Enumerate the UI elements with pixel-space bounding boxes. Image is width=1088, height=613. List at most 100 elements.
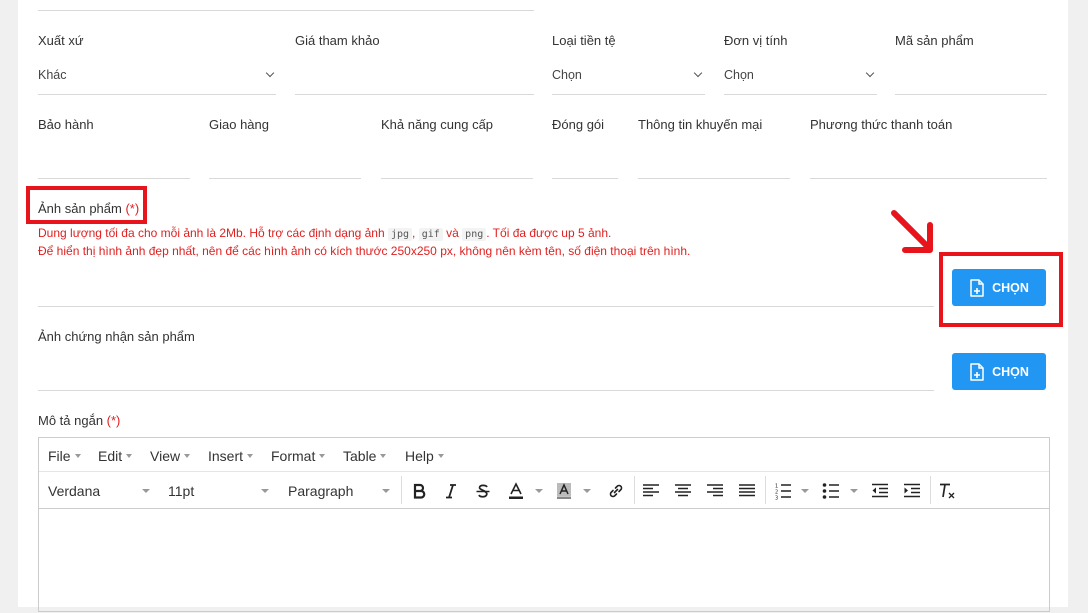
file-add-icon [970, 362, 984, 381]
caret-down-icon[interactable] [535, 489, 543, 493]
field-underline [895, 94, 1047, 95]
menu-format[interactable]: Format [271, 448, 326, 464]
menu-label: File [48, 448, 71, 464]
field-underline [295, 94, 534, 95]
field-underline [38, 390, 934, 391]
caret-down-icon [126, 454, 133, 459]
product-form: Xuất xứ Khác Giá tham khảo Loại tiền tệ … [18, 0, 1068, 612]
align-justify-button[interactable] [736, 480, 758, 502]
clear-formatting-icon [940, 483, 955, 499]
toolbar-separator [765, 476, 766, 504]
button-label: CHỌN [992, 364, 1029, 379]
rich-text-editor: File Edit View Insert Format Table Help … [38, 437, 1050, 612]
align-right-button[interactable] [704, 480, 726, 502]
menu-help[interactable]: Help [405, 448, 444, 464]
label-unit: Đơn vị tính [724, 33, 788, 48]
format-png: png [462, 228, 487, 241]
choose-certificate-image-button[interactable]: CHỌN [952, 353, 1046, 390]
required-mark: (*) [106, 413, 121, 428]
outdent-button[interactable] [869, 480, 891, 502]
strikethrough-icon [476, 484, 490, 498]
toolbar-separator [930, 476, 931, 504]
menu-label: Edit [98, 448, 123, 464]
clear-formatting-button[interactable] [936, 480, 958, 502]
block-format-select[interactable]: Paragraph [279, 472, 397, 509]
chevron-down-icon [265, 68, 275, 78]
numbered-list-button[interactable]: 123 [772, 480, 794, 502]
svg-text:3: 3 [775, 496, 778, 501]
payment-method-input[interactable] [810, 144, 1047, 178]
red-arrow-icon [891, 210, 933, 253]
unit-select[interactable]: Chọn [724, 60, 877, 94]
hint-text: và [446, 226, 459, 240]
font-size-select[interactable]: 11pt [159, 472, 273, 509]
bold-button[interactable] [408, 480, 430, 502]
delivery-input[interactable] [209, 144, 361, 178]
product-image-hint-1: Dung lượng tối đa cho mỗi ảnh là 2Mb. Hỗ… [38, 224, 611, 244]
label-reference-price: Giá tham khảo [295, 33, 380, 48]
block-format-value: Paragraph [288, 483, 354, 499]
hint-text: , [412, 226, 416, 240]
warranty-input[interactable] [38, 144, 190, 178]
menu-table[interactable]: Table [343, 448, 387, 464]
menu-label: View [150, 448, 181, 464]
origin-select[interactable]: Khác [38, 60, 276, 94]
caret-down-icon [261, 489, 269, 493]
bullet-list-icon [822, 483, 839, 499]
currency-select-value: Chọn [552, 68, 582, 82]
supply-capacity-input[interactable] [381, 144, 533, 178]
caret-down-icon[interactable] [850, 489, 858, 493]
caret-down-icon [319, 454, 326, 459]
menu-file[interactable]: File [48, 448, 81, 464]
align-justify-icon [739, 484, 755, 497]
highlight-box [26, 186, 147, 224]
caret-down-icon[interactable] [801, 489, 809, 493]
hint-text: . Tối đa được up 5 ảnh. [486, 226, 612, 240]
label-promotion: Thông tin khuyến mại [638, 117, 763, 132]
outdent-icon [872, 483, 888, 498]
currency-select[interactable]: Chọn [552, 60, 705, 94]
align-left-button[interactable] [640, 480, 662, 502]
product-code-input[interactable] [895, 60, 1047, 94]
italic-button[interactable] [440, 480, 462, 502]
bullet-list-button[interactable] [820, 480, 842, 502]
editor-content-area[interactable] [39, 510, 1049, 613]
field-underline [38, 10, 534, 11]
background-color-icon [557, 483, 571, 499]
font-family-select[interactable]: Verdana [39, 472, 153, 509]
label-product-code: Mã sản phẩm [895, 33, 974, 48]
editor-menubar: File Edit View Insert Format Table Help [39, 438, 1049, 472]
field-underline [724, 94, 877, 95]
reference-price-input[interactable] [295, 60, 534, 94]
choose-product-image-button[interactable]: CHỌN [952, 269, 1046, 306]
toolbar-separator [401, 476, 402, 504]
field-underline [638, 178, 790, 179]
unit-select-value: Chọn [724, 68, 754, 82]
menu-label: Help [405, 448, 434, 464]
menu-insert[interactable]: Insert [208, 448, 254, 464]
promotion-input[interactable] [638, 144, 790, 178]
background-color-button[interactable] [553, 480, 575, 502]
caret-down-icon [437, 454, 444, 459]
caret-down-icon[interactable] [583, 489, 591, 493]
indent-button[interactable] [901, 480, 923, 502]
toolbar-separator [634, 476, 635, 504]
label-currency: Loại tiền tệ [552, 33, 616, 48]
field-underline [38, 178, 190, 179]
menu-label: Format [271, 448, 316, 464]
label-warranty: Bảo hành [38, 117, 94, 132]
field-underline [810, 178, 1047, 179]
align-left-icon [643, 484, 659, 497]
product-image-hint-2: Để hiển thị hình ảnh đẹp nhất, nên để cá… [38, 244, 691, 258]
caret-down-icon [382, 489, 390, 493]
align-center-button[interactable] [672, 480, 694, 502]
text-color-button[interactable] [505, 480, 527, 502]
menu-view[interactable]: View [150, 448, 191, 464]
menu-edit[interactable]: Edit [98, 448, 133, 464]
text-color-icon [509, 482, 523, 499]
packaging-input[interactable] [552, 144, 618, 178]
strikethrough-button[interactable] [472, 480, 494, 502]
insert-link-button[interactable] [605, 480, 627, 502]
font-family-value: Verdana [48, 483, 101, 499]
caret-down-icon [247, 454, 254, 459]
